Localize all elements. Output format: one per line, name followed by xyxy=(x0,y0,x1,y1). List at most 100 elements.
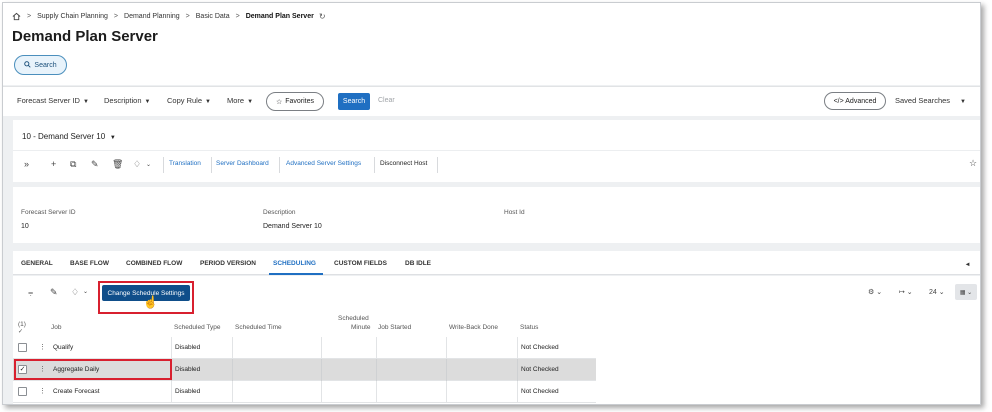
toolbar-divider xyxy=(279,157,280,173)
breadcrumb-item[interactable]: Basic Data xyxy=(196,13,230,20)
add-icon[interactable]: + xyxy=(51,159,56,169)
tab-combined-flow[interactable]: COMBINED FLOW xyxy=(126,260,182,267)
star-icon: ☆ xyxy=(275,98,283,106)
filter-forecast-server-id[interactable]: Forecast Server ID ▼ xyxy=(17,96,89,105)
search-icon xyxy=(24,60,32,70)
breadcrumb-current: Demand Plan Server xyxy=(245,13,314,20)
row-checkbox[interactable] xyxy=(18,343,27,352)
search-filter-bar: Forecast Server ID ▼ Description ▼ Copy Ru… xyxy=(3,86,980,116)
cell-status: Not Checked xyxy=(521,366,559,373)
app-window: > Supply Chain Planning > Demand Plannin… xyxy=(2,2,981,405)
description-value: Demand Server 10 xyxy=(263,223,322,230)
clear-button[interactable]: Clear xyxy=(378,97,395,104)
column-divider xyxy=(321,381,322,403)
search-toggle-button[interactable]: Search xyxy=(14,55,67,75)
column-divider xyxy=(171,381,172,403)
record-toolbar: » + ⧉ ✎ 🗑 ♢ ⌄ Translation Server Dashboa… xyxy=(13,150,980,176)
server-dashboard-link[interactable]: Server Dashboard xyxy=(216,160,269,167)
column-divider xyxy=(376,359,377,381)
breadcrumb-separator: > xyxy=(113,13,119,20)
toolbar-divider xyxy=(437,157,438,173)
notification-icon[interactable]: ♢ xyxy=(71,287,79,298)
column-divider xyxy=(232,337,233,359)
breadcrumb-item[interactable]: Supply Chain Planning xyxy=(37,13,108,20)
column-header-job-started[interactable]: Job Started xyxy=(378,324,411,331)
forecast-server-id-value: 10 xyxy=(21,223,29,230)
column-header-status[interactable]: Status xyxy=(520,324,538,331)
favorite-star-icon[interactable]: ☆ xyxy=(969,158,977,169)
duplicate-icon[interactable]: ⧉ xyxy=(70,159,76,170)
caret-down-icon: ▼ xyxy=(108,135,116,141)
breadcrumb-item[interactable]: Demand Planning xyxy=(124,13,180,20)
translation-link[interactable]: Translation xyxy=(169,160,201,167)
column-divider xyxy=(321,359,322,381)
cell-status: Not Checked xyxy=(521,344,559,351)
column-header-scheduled-type[interactable]: Scheduled Type xyxy=(174,324,221,331)
filter-label: Copy Rule xyxy=(167,96,203,105)
row-actions-icon[interactable]: ⋮ xyxy=(39,343,46,351)
fit-columns-icon[interactable]: ↦ ⌄ xyxy=(899,288,913,296)
grid-view-toggle[interactable]: ▦ ⌄ xyxy=(955,284,977,300)
column-header-scheduled-minute-line2[interactable]: Minute xyxy=(351,324,371,331)
column-divider xyxy=(171,337,172,359)
row-actions-icon[interactable]: ⋮ xyxy=(39,387,46,395)
column-divider xyxy=(446,359,447,381)
server-selector[interactable]: 10 - Demand Server 10 ▼ xyxy=(22,132,116,141)
tab-db-idle[interactable]: DB IDLE xyxy=(405,260,431,267)
cell-status: Not Checked xyxy=(521,388,559,395)
cell-scheduled-type: Disabled xyxy=(175,366,201,373)
tab-period-version[interactable]: PERIOD VERSION xyxy=(200,260,256,267)
page-size-select[interactable]: 24 ⌄ xyxy=(929,288,945,296)
page-title: Demand Plan Server xyxy=(12,28,158,45)
edit-icon[interactable]: ✎ xyxy=(91,159,99,170)
notification-icon[interactable]: ♢ xyxy=(133,159,141,170)
column-divider xyxy=(517,359,518,381)
disconnect-host-button[interactable]: Disconnect Host xyxy=(380,160,427,167)
hand-cursor-icon: ☝ xyxy=(143,295,158,309)
caret-down-icon: ▼ xyxy=(960,99,966,105)
tab-scheduling[interactable]: SCHEDULING xyxy=(273,260,316,267)
column-divider xyxy=(321,337,322,359)
edit-icon[interactable]: ✎ xyxy=(50,287,58,298)
saved-searches-label: Saved Searches xyxy=(895,96,951,105)
column-header-job[interactable]: Job xyxy=(51,324,61,331)
column-header-write-back-done[interactable]: Write-Back Done xyxy=(449,324,498,331)
filter-copy-rule[interactable]: Copy Rule ▼ xyxy=(167,96,211,105)
breadcrumb-separator: > xyxy=(27,13,32,20)
chevron-down-icon[interactable]: ⌄ xyxy=(146,161,151,168)
filter-icon[interactable]: ⩦ xyxy=(28,287,33,298)
tab-base-flow[interactable]: BASE FLOW xyxy=(70,260,109,267)
description-label: Description xyxy=(263,209,296,216)
tabs-scroll-icon[interactable]: ◂ xyxy=(966,260,969,268)
host-id-label: Host Id xyxy=(504,209,525,216)
tab-custom-fields[interactable]: CUSTOM FIELDS xyxy=(334,260,387,267)
server-selector-label: 10 - Demand Server 10 xyxy=(22,132,106,141)
column-divider xyxy=(376,337,377,359)
advanced-server-settings-link[interactable]: Advanced Server Settings xyxy=(286,160,361,167)
filter-more[interactable]: More ▼ xyxy=(227,96,253,105)
active-tab-indicator xyxy=(269,273,323,275)
page-header: > Supply Chain Planning > Demand Plannin… xyxy=(3,3,980,85)
column-header-scheduled-time[interactable]: Scheduled Time xyxy=(235,324,282,331)
home-icon[interactable] xyxy=(12,12,21,21)
row-checkbox[interactable] xyxy=(18,387,27,396)
refresh-icon[interactable]: ↻ xyxy=(319,12,326,21)
filter-label: More xyxy=(227,96,245,105)
delete-icon[interactable]: 🗑 xyxy=(112,159,123,170)
column-header-scheduled-minute-line1[interactable]: Scheduled xyxy=(338,315,369,322)
advanced-search-button[interactable]: </> Advanced xyxy=(824,92,886,110)
tab-general[interactable]: GENERAL xyxy=(21,260,53,267)
filter-description[interactable]: Description ▼ xyxy=(104,96,150,105)
cell-scheduled-type: Disabled xyxy=(175,344,201,351)
chevron-down-icon[interactable]: ⌄ xyxy=(83,288,88,295)
favorites-button[interactable]: ☆ Favorites xyxy=(266,92,324,111)
search-button[interactable]: Search xyxy=(338,93,370,110)
saved-searches-dropdown[interactable]: Saved Searches ▼ xyxy=(895,96,966,105)
table-row[interactable]: ⋮ Create Forecast Disabled Not Checked xyxy=(13,381,596,403)
scheduling-grid: ⩦ ✎ ♢ ⌄ Change Schedule Settings ☝ ⚙ ⌄ ↦… xyxy=(13,276,980,404)
table-row[interactable]: ⋮ Qualify Disabled Not Checked xyxy=(13,337,596,359)
column-divider xyxy=(232,381,233,403)
column-settings-icon[interactable]: ⚙ ⌄ xyxy=(868,288,882,296)
expand-icon[interactable]: » xyxy=(24,159,29,169)
select-all-check-icon[interactable]: ✓ xyxy=(18,328,23,335)
